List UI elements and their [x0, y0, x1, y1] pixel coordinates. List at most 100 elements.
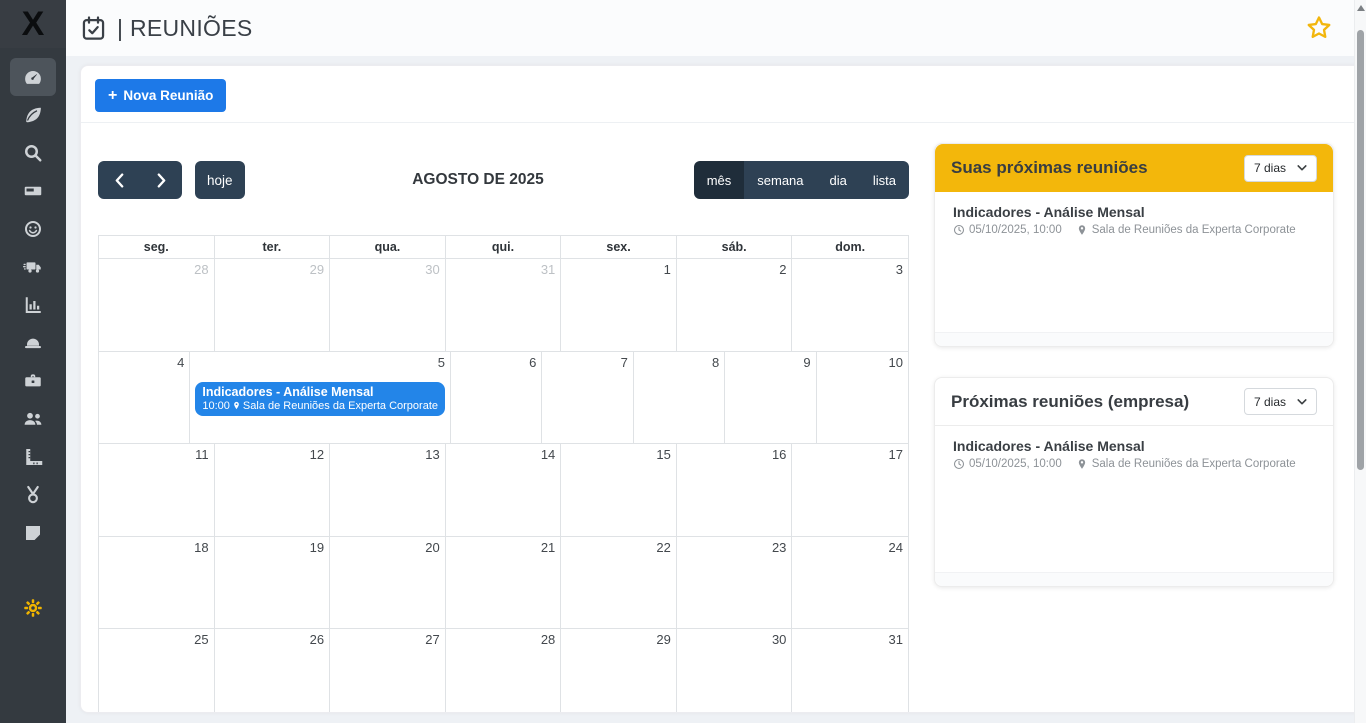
- day-cell-10[interactable]: 10: [817, 352, 908, 444]
- scroll-up-arrow[interactable]: [1357, 5, 1365, 11]
- day-number: 22: [566, 539, 671, 556]
- meeting-list-item[interactable]: Indicadores - Análise Mensal 05/10/2025,…: [953, 204, 1315, 236]
- day-cell-17[interactable]: 17: [792, 444, 908, 536]
- prev-month-button[interactable]: [98, 161, 140, 199]
- sidebar-item-sticky-note[interactable]: [10, 514, 56, 552]
- day-cell-25[interactable]: 25: [99, 629, 215, 713]
- day-cell-14[interactable]: 14: [446, 444, 562, 536]
- day-cell-21[interactable]: 21: [446, 537, 562, 629]
- new-meeting-button[interactable]: + Nova Reunião: [95, 79, 226, 112]
- day-cell-18[interactable]: 18: [99, 537, 215, 629]
- day-cell-30[interactable]: 30: [330, 259, 446, 351]
- day-cell-27[interactable]: 27: [330, 629, 446, 713]
- next-month-button[interactable]: [140, 161, 182, 199]
- view-dia-button[interactable]: dia: [817, 161, 860, 199]
- day-cell-28[interactable]: 28: [99, 259, 215, 351]
- day-cell-16[interactable]: 16: [677, 444, 793, 536]
- sidebar-item-toolbox[interactable]: [10, 362, 56, 400]
- weekday-header: sáb.: [677, 236, 793, 258]
- day-cell-29[interactable]: 29: [215, 259, 331, 351]
- days-filter-select[interactable]: 7 dias: [1244, 155, 1317, 182]
- smiley-icon: [23, 219, 43, 239]
- page-title: | REUNIÕES: [117, 15, 253, 42]
- bar-chart-icon: [23, 295, 43, 315]
- sidebar-item-truck[interactable]: [10, 248, 56, 286]
- actions-row: + Nova Reunião: [81, 66, 1362, 123]
- meeting-location: Sala de Reuniões da Experta Corporate: [1092, 224, 1296, 236]
- sidebar-item-bar-chart[interactable]: [10, 286, 56, 324]
- event-location: Sala de Reuniões da Experta Corporate: [243, 400, 438, 412]
- days-filter-select[interactable]: 7 dias: [1244, 388, 1317, 415]
- weekday-header: qua.: [330, 236, 446, 258]
- day-cell-5[interactable]: 5 Indicadores - Análise Mensal 10:00 Sal…: [190, 352, 451, 444]
- day-cell-11[interactable]: 11: [99, 444, 215, 536]
- day-cell-26[interactable]: 26: [215, 629, 331, 713]
- chevron-left-icon: [114, 173, 125, 188]
- search-icon: [23, 143, 43, 163]
- content-row: AGOSTO DE 2025 hoje mêssemanadialista: [81, 123, 1362, 713]
- day-cell-6[interactable]: 6: [451, 352, 542, 444]
- day-number: 28: [104, 261, 209, 278]
- page-scrollbar[interactable]: [1354, 0, 1366, 723]
- sidebar-item-money-check[interactable]: [10, 172, 56, 210]
- day-number: 11: [104, 446, 209, 463]
- view-mes-button[interactable]: mês: [694, 161, 745, 199]
- plus-icon: +: [108, 88, 117, 104]
- sidebar-item-dashboard[interactable]: [10, 58, 56, 96]
- sticky-note-icon: [23, 523, 43, 543]
- sidebar-item-users[interactable]: [10, 400, 56, 438]
- day-cell-19[interactable]: 19: [215, 537, 331, 629]
- day-cell-22[interactable]: 22: [561, 537, 677, 629]
- day-number: 6: [456, 354, 536, 371]
- today-button[interactable]: hoje: [195, 161, 245, 199]
- day-cell-4[interactable]: 4: [99, 352, 190, 444]
- weekday-header: qui.: [446, 236, 562, 258]
- sidebar-item-search[interactable]: [10, 134, 56, 172]
- day-cell-29[interactable]: 29: [561, 629, 677, 713]
- sidebar-item-medal[interactable]: [10, 476, 56, 514]
- side-panels: Suas próximas reuniões 7 dias Indicadore…: [934, 123, 1334, 713]
- day-cell-1[interactable]: 1: [561, 259, 677, 351]
- sidebar-item-leaf[interactable]: [10, 96, 56, 134]
- meeting-location: Sala de Reuniões da Experta Corporate: [1092, 458, 1296, 470]
- event-meta: 10:00 Sala de Reuniões da Experta Corpor…: [202, 400, 438, 412]
- view-semana-button[interactable]: semana: [744, 161, 816, 199]
- calendar-nav-group: [98, 161, 182, 199]
- sidebar: X: [0, 0, 66, 723]
- day-cell-30[interactable]: 30: [677, 629, 793, 713]
- day-number: 26: [220, 631, 325, 648]
- calendar-event[interactable]: Indicadores - Análise Mensal 10:00 Sala …: [195, 382, 445, 416]
- day-cell-3[interactable]: 3: [792, 259, 908, 351]
- day-number: 31: [797, 631, 903, 648]
- main-area: | REUNIÕES + Nova Reunião AGOSTO DE 2025: [66, 0, 1366, 723]
- day-cell-31[interactable]: 31: [446, 259, 562, 351]
- favorite-star-icon[interactable]: [1305, 14, 1333, 42]
- day-number: 8: [639, 354, 719, 371]
- day-number: 16: [682, 446, 787, 463]
- day-number: 3: [797, 261, 903, 278]
- day-cell-23[interactable]: 23: [677, 537, 793, 629]
- calendar-week-row: 28 29 30 31 1 2 3: [99, 258, 908, 351]
- day-cell-7[interactable]: 7: [542, 352, 633, 444]
- day-cell-15[interactable]: 15: [561, 444, 677, 536]
- day-cell-2[interactable]: 2: [677, 259, 793, 351]
- sidebar-item-smiley[interactable]: [10, 210, 56, 248]
- sidebar-item-settings[interactable]: [10, 589, 56, 627]
- days-filter-value: 7 dias: [1254, 161, 1286, 175]
- scrollbar-thumb[interactable]: [1357, 30, 1364, 470]
- day-cell-8[interactable]: 8: [634, 352, 725, 444]
- app-logo[interactable]: X: [0, 0, 66, 48]
- meeting-list-item[interactable]: Indicadores - Análise Mensal 05/10/2025,…: [953, 438, 1315, 470]
- day-cell-9[interactable]: 9: [725, 352, 816, 444]
- day-cell-31[interactable]: 31: [792, 629, 908, 713]
- panel-footer: [935, 572, 1333, 586]
- view-lista-button[interactable]: lista: [860, 161, 909, 199]
- weekday-header: dom.: [792, 236, 908, 258]
- day-cell-13[interactable]: 13: [330, 444, 446, 536]
- day-cell-20[interactable]: 20: [330, 537, 446, 629]
- sidebar-item-hard-hat[interactable]: [10, 324, 56, 362]
- day-cell-24[interactable]: 24: [792, 537, 908, 629]
- day-cell-28[interactable]: 28: [446, 629, 562, 713]
- sidebar-item-ruler[interactable]: [10, 438, 56, 476]
- day-cell-12[interactable]: 12: [215, 444, 331, 536]
